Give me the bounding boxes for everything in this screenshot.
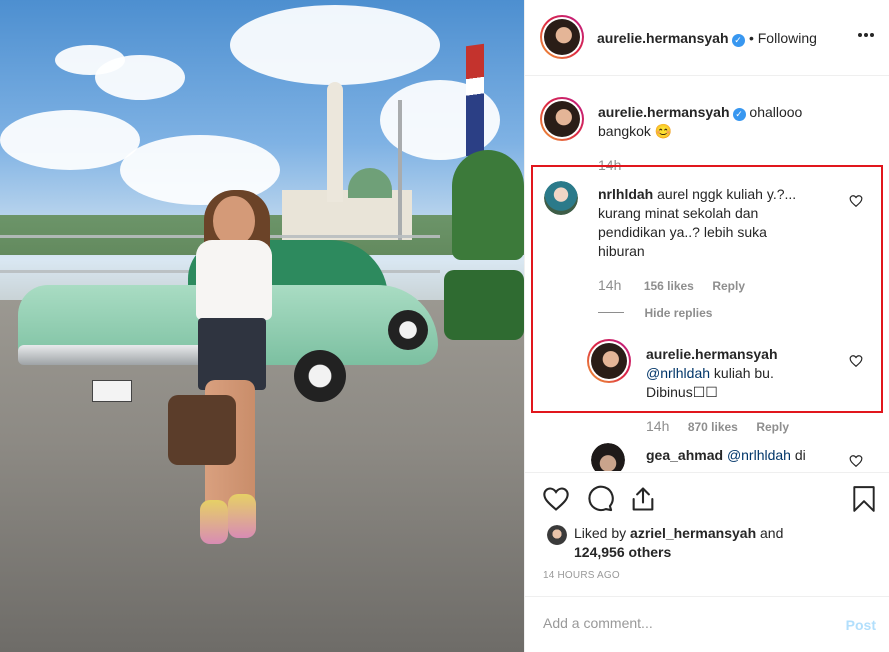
comment-line: di bbox=[794, 447, 806, 463]
more-icon[interactable] bbox=[857, 32, 875, 38]
post-sidebar: aurelie.hermansyah ✓ • Following aurelie.… bbox=[524, 0, 889, 652]
post-timestamp[interactable]: 14 HOURS AGO bbox=[543, 570, 620, 581]
comment-input[interactable] bbox=[543, 615, 823, 631]
verified-icon: ✓ bbox=[731, 34, 745, 47]
woman-head bbox=[213, 196, 255, 246]
reply-meta: 14h 870 likes Reply bbox=[646, 418, 789, 436]
woman-bag bbox=[168, 395, 236, 465]
comment-username[interactable]: gea_ahmad bbox=[646, 447, 723, 463]
caption-text-line1: ohallooo bbox=[749, 104, 803, 120]
share-icon[interactable] bbox=[629, 485, 657, 513]
highlight-box bbox=[531, 165, 883, 413]
photo-mosque bbox=[282, 190, 412, 240]
photo-bush bbox=[444, 270, 524, 340]
photo-cloud bbox=[0, 110, 140, 170]
photo-flag bbox=[466, 43, 484, 157]
add-comment-bar: Post bbox=[525, 596, 889, 652]
photo-minaret bbox=[327, 82, 343, 202]
post-actions: Liked by azriel_hermansyah and 124,956 o… bbox=[525, 472, 889, 592]
likes-summary: Liked by azriel_hermansyah and 124,956 o… bbox=[574, 524, 874, 562]
comment-text: gea_ahmad @nrlhldah di bbox=[646, 446, 806, 465]
car-bumper bbox=[18, 345, 208, 365]
reply-likes[interactable]: 870 likes bbox=[688, 420, 738, 434]
bookmark-icon[interactable] bbox=[851, 485, 877, 513]
comment-avatar[interactable] bbox=[591, 443, 625, 471]
caption-username[interactable]: aurelie.hermansyah bbox=[598, 104, 730, 120]
comment-mention[interactable]: @nrlhldah bbox=[727, 447, 791, 463]
author-username[interactable]: aurelie.hermansyah bbox=[597, 30, 729, 46]
likes-prefix: Liked by bbox=[574, 525, 631, 541]
liker-username[interactable]: azriel_hermansyah bbox=[630, 525, 756, 541]
follow-status[interactable]: • Following bbox=[749, 30, 817, 46]
car-plate bbox=[92, 380, 132, 402]
woman-shoe bbox=[228, 494, 256, 538]
photo-lamp-pole bbox=[398, 100, 402, 240]
caption-avatar[interactable] bbox=[540, 97, 584, 141]
car-wheel bbox=[294, 350, 346, 402]
photo-dome bbox=[348, 168, 392, 198]
woman-shirt bbox=[196, 240, 272, 320]
photo-tree bbox=[452, 150, 524, 260]
liker-avatar[interactable] bbox=[547, 525, 567, 545]
caption-text-line2: bangkok 😊 bbox=[598, 123, 673, 139]
post-photo[interactable] bbox=[0, 0, 524, 652]
reply-time[interactable]: 14h bbox=[646, 418, 669, 434]
author-avatar[interactable] bbox=[540, 15, 584, 59]
verified-icon: ✓ bbox=[732, 108, 746, 121]
reply-button[interactable]: Reply bbox=[756, 420, 789, 434]
car-wheel bbox=[388, 310, 428, 350]
likes-others[interactable]: 124,956 others bbox=[574, 544, 671, 560]
post-button[interactable]: Post bbox=[846, 617, 876, 633]
photo-cloud bbox=[95, 55, 185, 100]
header-user: aurelie.hermansyah ✓ • Following bbox=[597, 29, 817, 48]
comments-list[interactable]: aurelie.hermansyah ✓ ohallooo bangkok 😊 1… bbox=[525, 77, 889, 471]
comment-icon[interactable] bbox=[586, 485, 614, 513]
post-header: aurelie.hermansyah ✓ • Following bbox=[525, 0, 889, 76]
like-comment-icon[interactable] bbox=[849, 454, 863, 468]
heart-icon[interactable] bbox=[542, 485, 570, 513]
likes-suffix: and bbox=[756, 525, 784, 541]
woman-shoe bbox=[200, 500, 228, 544]
photo-cloud bbox=[230, 5, 440, 85]
caption: aurelie.hermansyah ✓ ohallooo bangkok 😊 bbox=[598, 103, 858, 141]
